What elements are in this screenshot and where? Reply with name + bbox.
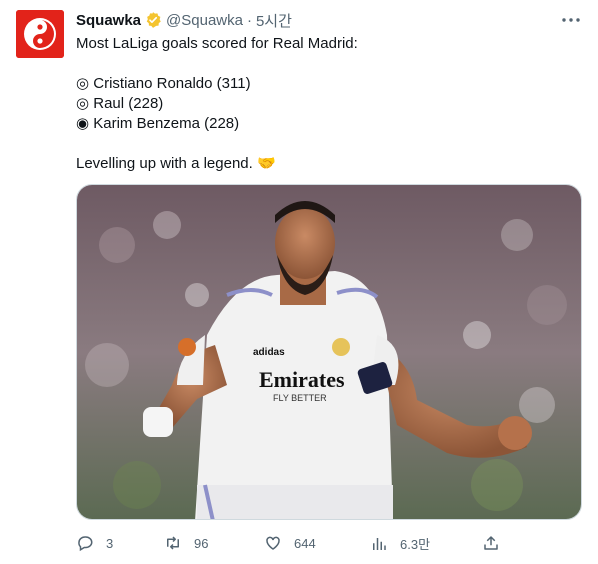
retweet-icon xyxy=(167,536,179,550)
tweet-line xyxy=(76,54,582,74)
shirt-sponsor-sub: FLY BETTER xyxy=(273,393,327,403)
like-button[interactable]: 644 xyxy=(264,534,316,552)
view-count: 6.3만 xyxy=(400,537,431,552)
share-button[interactable] xyxy=(482,534,500,552)
tweet-line: ◉ Karim Benzema (228) xyxy=(76,115,240,132)
author-name[interactable]: Squawka xyxy=(76,12,141,29)
reply-button[interactable]: 3 xyxy=(76,534,113,552)
tweet-line: Levelling up with a legend. 🤝 xyxy=(76,155,276,172)
more-icon[interactable] xyxy=(560,11,582,29)
tweet-line xyxy=(76,134,582,154)
author-handle[interactable]: @Squawka xyxy=(166,12,243,29)
tweet-header: Squawka @Squawka · 5시간 xyxy=(76,10,582,30)
squawka-logo-icon xyxy=(16,10,64,58)
tweet-actions: 3 96 644 6.3만 xyxy=(76,530,498,558)
reply-icon xyxy=(78,536,93,552)
player-photo-illustration: adidas Emirates FLY BETTER xyxy=(77,185,581,519)
tweet-line: ◎ Raul (228) xyxy=(76,95,164,112)
retweet-button[interactable]: 96 xyxy=(164,534,208,552)
reply-count: 3 xyxy=(106,535,114,551)
shirt-sponsor-text: Emirates xyxy=(259,367,345,392)
views-icon xyxy=(373,537,386,550)
verified-badge-icon xyxy=(144,11,162,29)
tweet-text: Most LaLiga goals scored for Real Madrid… xyxy=(76,34,582,174)
avatar[interactable] xyxy=(16,10,64,58)
like-icon xyxy=(266,536,280,550)
views-button[interactable]: 6.3만 xyxy=(370,534,430,553)
retweet-count: 96 xyxy=(194,535,209,551)
tweet-timestamp[interactable]: 5시간 xyxy=(256,10,292,31)
like-count: 644 xyxy=(294,535,316,551)
separator-dot: · xyxy=(246,11,252,29)
shirt-brand-text: adidas xyxy=(253,347,285,358)
tweet-line: Most LaLiga goals scored for Real Madrid… xyxy=(76,35,358,52)
tweet-photo[interactable]: adidas Emirates FLY BETTER xyxy=(76,184,582,520)
share-icon xyxy=(484,536,498,550)
tweet-line: ◎ Cristiano Ronaldo (311) xyxy=(76,75,251,92)
